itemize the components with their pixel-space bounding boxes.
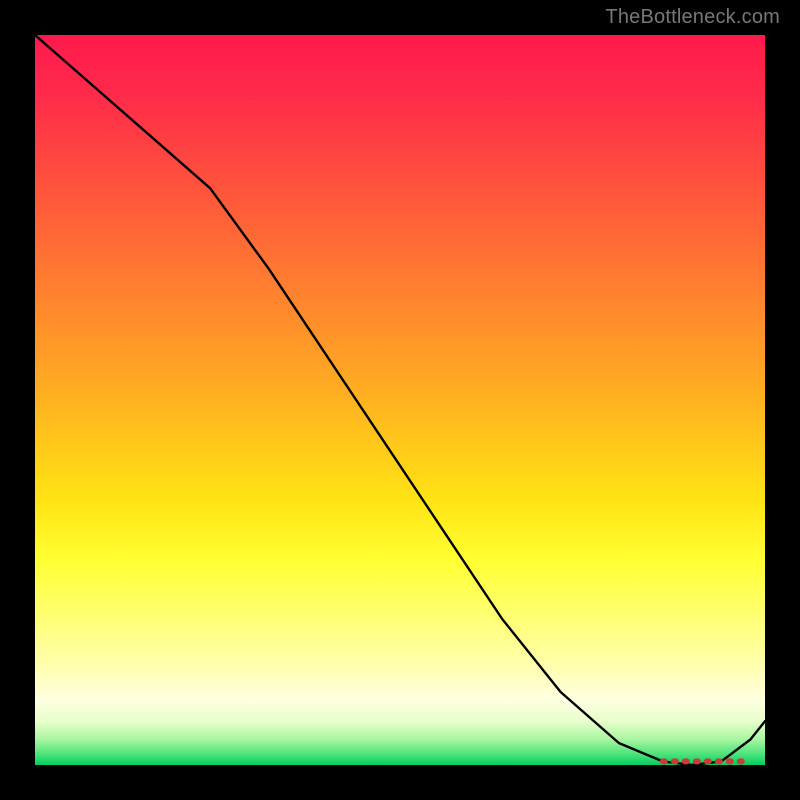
chart-plot-area [35, 35, 765, 765]
attribution-text: TheBottleneck.com [605, 6, 780, 29]
chart-line [35, 35, 765, 765]
chart-svg [35, 35, 765, 765]
